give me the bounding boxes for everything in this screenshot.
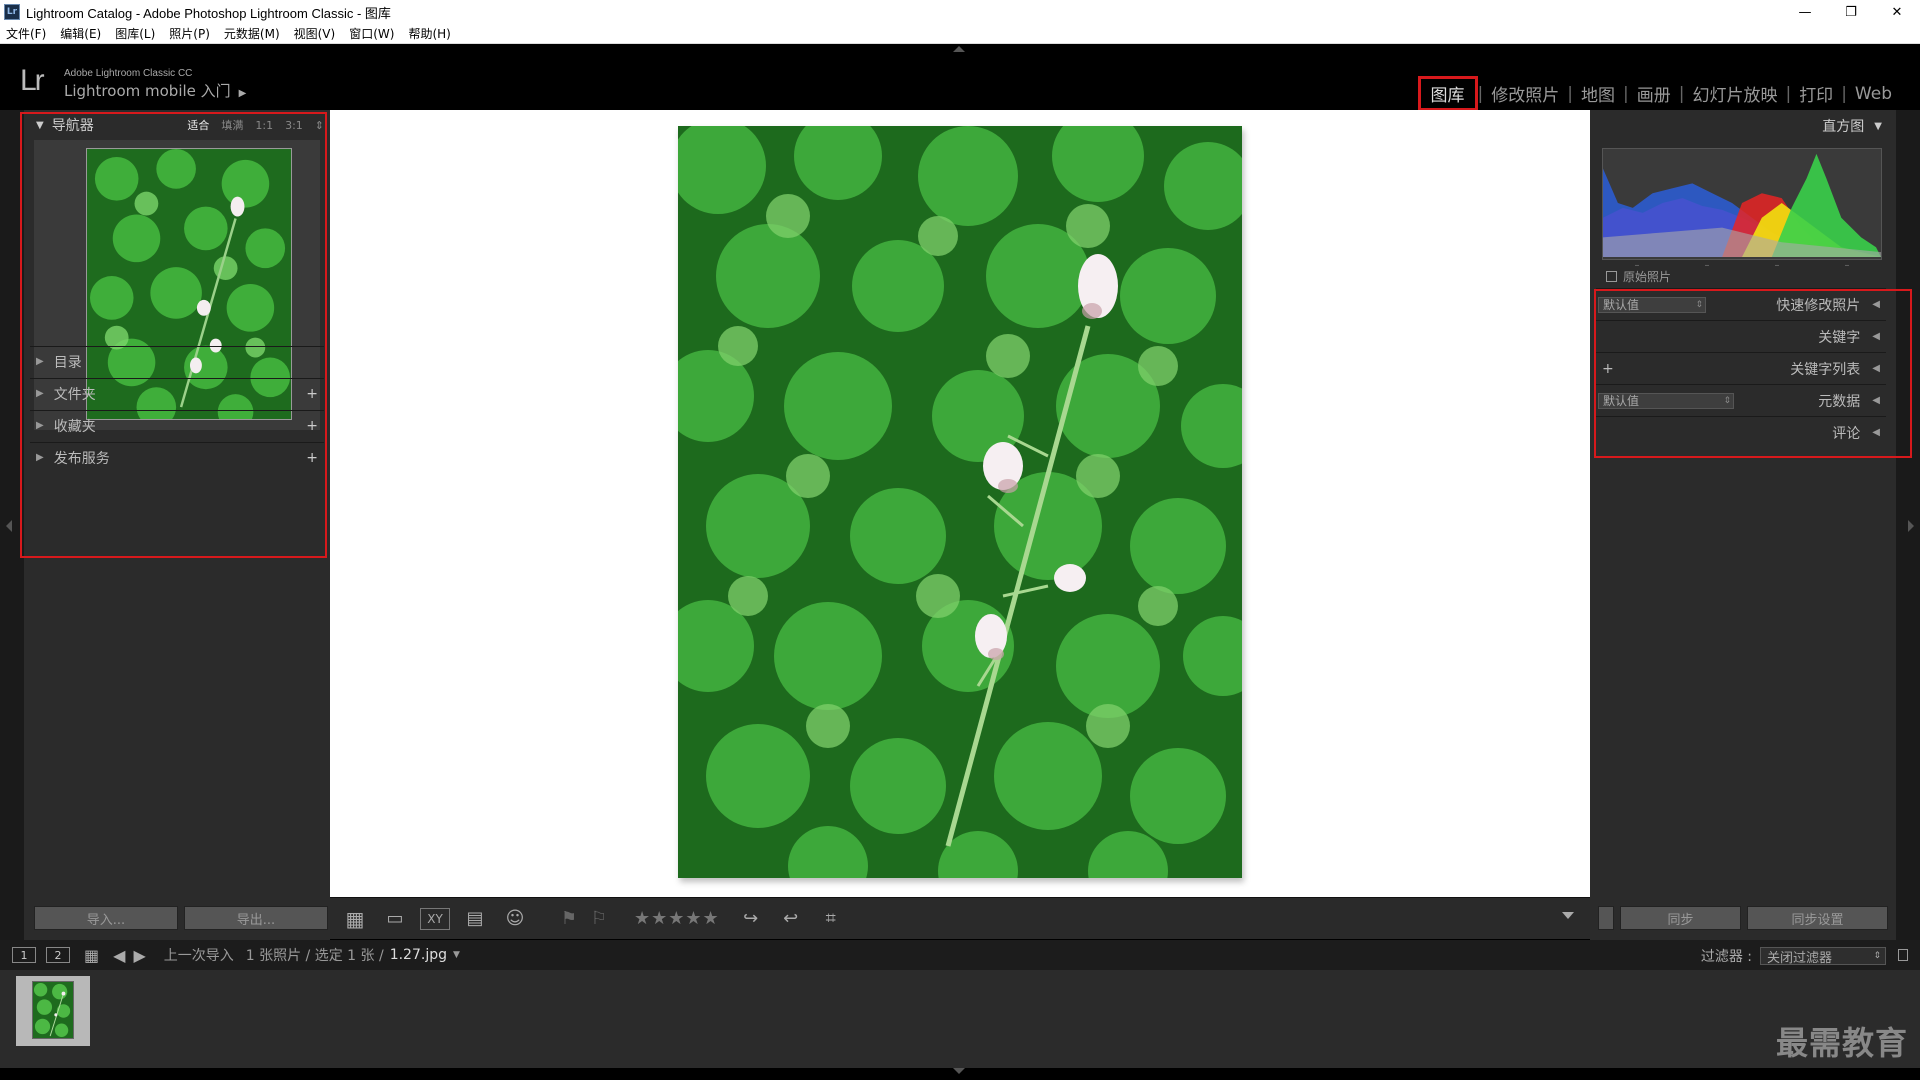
right-panel-toggle-icon[interactable] (1908, 520, 1914, 532)
filmstrip-photo-count: 1 张照片 / 选定 1 张 / (245, 948, 384, 964)
menu-library[interactable]: 图库(L) (115, 25, 155, 42)
filter-lock-icon[interactable] (1898, 949, 1908, 961)
menu-help[interactable]: 帮助(H) (408, 25, 450, 42)
module-book[interactable]: 画册 (1629, 81, 1679, 106)
grid-view-icon[interactable]: ▦ (340, 907, 370, 931)
histogram-tick: – (1844, 260, 1850, 271)
filter-label: 过滤器 : (1700, 949, 1752, 965)
module-develop[interactable]: 修改照片 (1483, 81, 1567, 106)
compare-view-icon[interactable]: XY (420, 907, 450, 930)
module-web[interactable]: Web (1847, 84, 1900, 104)
module-library[interactable]: 图库 (1417, 76, 1478, 111)
module-print[interactable]: 打印 (1791, 81, 1841, 106)
menu-bar: 文件(F) 编辑(E) 图库(L) 照片(P) 元数据(M) 视图(V) 窗口(… (0, 24, 1920, 44)
menu-file[interactable]: 文件(F) (6, 25, 46, 42)
loupe-view-icon[interactable]: ▭ (380, 908, 410, 930)
collapse-triangle-icon: ▼ (1874, 120, 1882, 132)
stepper-icon: ⇕ (1873, 951, 1881, 961)
rotate-left-icon[interactable]: ↪ (736, 908, 766, 930)
import-export-bar: 导入... 导出... (34, 906, 328, 932)
sync-button[interactable]: 同步 (1620, 906, 1742, 930)
module-slideshow[interactable]: 幻灯片放映 (1684, 81, 1785, 106)
crop-overlay-icon[interactable]: ⌗ (816, 908, 846, 930)
filmstrip-source[interactable]: 上一次导入 (164, 945, 234, 965)
histogram-tick: – (1774, 260, 1780, 271)
title-bar: Lr Lightroom Catalog - Adobe Photoshop L… (0, 0, 1920, 24)
filter-dropdown[interactable]: 关闭过滤器 ⇕ (1760, 947, 1886, 966)
rotate-right-icon[interactable]: ↩ (776, 908, 806, 930)
lightroom-logo: Lr (20, 64, 45, 97)
original-photo-label: 原始照片 (1623, 270, 1672, 284)
right-edge (1896, 110, 1920, 970)
histogram-chart[interactable] (1602, 148, 1882, 260)
minimize-button[interactable]: — (1782, 0, 1828, 24)
filename-dropdown-icon[interactable]: ▼ (453, 950, 460, 960)
module-map[interactable]: 地图 (1573, 81, 1623, 106)
right-panel: 直方图 ▼ – – – – 原始照片 默认值 ⇕ 快速修改照片 ◀ 关键字 ◀ +… (1590, 110, 1896, 940)
watermark-text: 最需教育 (1775, 1024, 1908, 1062)
histogram-tick: – (1704, 260, 1710, 271)
auto-sync-switch[interactable] (1598, 906, 1614, 930)
secondary-window-button[interactable]: 2 (46, 947, 70, 963)
grid-view-icon[interactable]: ▦ (84, 946, 99, 965)
menu-photo[interactable]: 照片(P) (169, 25, 210, 42)
menu-view[interactable]: 视图(V) (294, 25, 336, 42)
right-panel-highlight (1594, 289, 1912, 458)
close-button[interactable]: ✕ (1874, 0, 1920, 24)
filmstrip-filename[interactable]: 1.27.jpg (390, 947, 447, 963)
menu-window[interactable]: 窗口(W) (349, 25, 394, 42)
filmstrip-filter: 过滤器 : 关闭过滤器 ⇕ (1701, 946, 1886, 966)
top-panel-toggle-icon[interactable] (953, 46, 965, 52)
mobile-get-started[interactable]: Lightroom mobile 入门 ▶ (64, 80, 246, 101)
window-title: Lightroom Catalog - Adobe Photoshop Ligh… (26, 5, 391, 21)
original-photo-checkbox[interactable] (1606, 271, 1617, 282)
play-triangle-icon: ▶ (238, 88, 247, 99)
histogram-header[interactable]: 直方图 ▼ (1822, 116, 1882, 136)
original-photo-toggle[interactable]: 原始照片 (1606, 268, 1671, 285)
forward-arrow-icon[interactable]: ▶ (133, 946, 145, 965)
identity-plate-header: Lr Adobe Lightroom Classic CC Lightroom … (0, 54, 1920, 111)
maximize-button[interactable]: ❐ (1828, 0, 1874, 24)
import-button[interactable]: 导入... (34, 906, 178, 930)
filter-value: 关闭过滤器 (1767, 950, 1833, 966)
sync-settings-button[interactable]: 同步设置 (1747, 906, 1888, 930)
people-view-icon[interactable]: ☺ (500, 908, 530, 930)
menu-metadata[interactable]: 元数据(M) (224, 25, 280, 42)
lightroom-app-icon: Lr (4, 4, 20, 20)
library-toolbar: ▦ ▭ XY ▤ ☺ ⚑ ⚐ ★★★★★ ↪ ↩ ⌗ (330, 897, 1590, 939)
back-arrow-icon[interactable]: ◀ (113, 946, 125, 965)
toolbar-content-dropdown-icon[interactable] (1562, 912, 1574, 919)
loupe-view (330, 110, 1590, 897)
main-photo[interactable] (678, 126, 1242, 878)
pick-flag-icon[interactable]: ⚑ (554, 908, 584, 930)
reject-flag-icon[interactable]: ⚐ (584, 908, 614, 930)
left-panel-highlight (20, 112, 327, 558)
export-button[interactable]: 导出... (184, 906, 328, 930)
filmstrip (0, 970, 1920, 1068)
star-rating[interactable]: ★★★★★ (634, 908, 720, 929)
menu-edit[interactable]: 编辑(E) (60, 25, 101, 42)
primary-window-button[interactable]: 1 (12, 947, 36, 963)
mobile-label: Lightroom mobile 入门 (64, 82, 231, 100)
histogram-title: 直方图 (1822, 119, 1865, 135)
module-picker: 图库 | 修改照片 | 地图 | 画册 | 幻灯片放映 | 打印 | Web (1417, 76, 1900, 111)
filmstrip-header: 1 2 ▦ ◀ ▶ 上一次导入 1 张照片 / 选定 1 张 / 1.27.jp… (0, 940, 1920, 970)
left-panel-toggle-icon[interactable] (6, 520, 12, 532)
filmstrip-thumbnail[interactable] (32, 981, 74, 1039)
bottom-panel-toggle-icon[interactable] (953, 1068, 965, 1074)
survey-view-icon[interactable]: ▤ (460, 908, 490, 930)
sync-bar: 同步 同步设置 (1598, 906, 1888, 932)
product-name: Adobe Lightroom Classic CC (64, 68, 193, 79)
filmstrip-thumbnail-cell[interactable] (16, 976, 90, 1046)
